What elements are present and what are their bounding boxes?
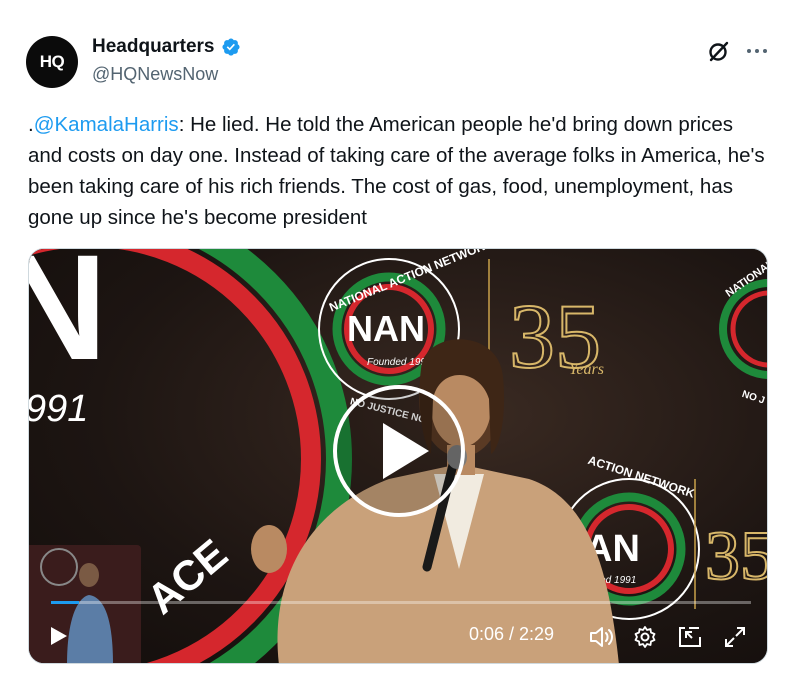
right-logo-red bbox=[730, 290, 767, 368]
grok-icon[interactable] bbox=[706, 38, 732, 64]
left-year: 991 bbox=[29, 388, 88, 430]
play-pause-icon[interactable] bbox=[47, 625, 69, 647]
anniversary-sub: Years bbox=[569, 361, 604, 378]
right-ring-bottom: NO J bbox=[740, 389, 766, 407]
author-name-row: Headquarters bbox=[92, 36, 241, 58]
mention-link[interactable]: @KamalaHarris bbox=[34, 113, 179, 136]
tweet-card: HQ Headquarters @HQNewsNow .@KamalaHarri… bbox=[0, 0, 800, 686]
author-display-name[interactable]: Headquarters bbox=[92, 36, 215, 58]
tweet-text: .@KamalaHarris: He lied. He told the Ame… bbox=[28, 109, 768, 233]
pip-icon[interactable] bbox=[677, 625, 703, 649]
anniversary-number-2: 35 bbox=[705, 518, 768, 595]
verified-badge-icon bbox=[221, 38, 240, 56]
gear-icon[interactable] bbox=[633, 625, 657, 649]
center-nan-logo: NAN bbox=[347, 308, 425, 349]
left-bottom-word: ACE bbox=[138, 530, 236, 623]
more-icon[interactable] bbox=[744, 38, 770, 64]
fullscreen-icon[interactable] bbox=[723, 625, 747, 649]
time-readout: 0:06 / 2:29 bbox=[469, 624, 555, 644]
pip-thumbnail[interactable] bbox=[29, 545, 141, 663]
avatar[interactable]: HQ bbox=[26, 36, 78, 88]
volume-icon[interactable] bbox=[589, 625, 615, 649]
author-handle[interactable]: @HQNewsNow bbox=[92, 64, 218, 85]
video-progress-fill bbox=[51, 601, 79, 604]
video-player[interactable]: N 991 ACE NATIONAL ACTION NETWORK NAN Fo… bbox=[28, 248, 768, 664]
avatar-logo: HQ bbox=[39, 52, 65, 71]
pip-scene bbox=[29, 545, 141, 663]
left-big-letter: N bbox=[29, 249, 107, 391]
lower-ring-text: ACTION NETWORK bbox=[586, 453, 697, 501]
center-ring-text: NATIONAL ACTION NETWORK bbox=[327, 249, 495, 315]
video-progress-track[interactable] bbox=[51, 601, 751, 604]
play-icon[interactable] bbox=[329, 381, 469, 521]
